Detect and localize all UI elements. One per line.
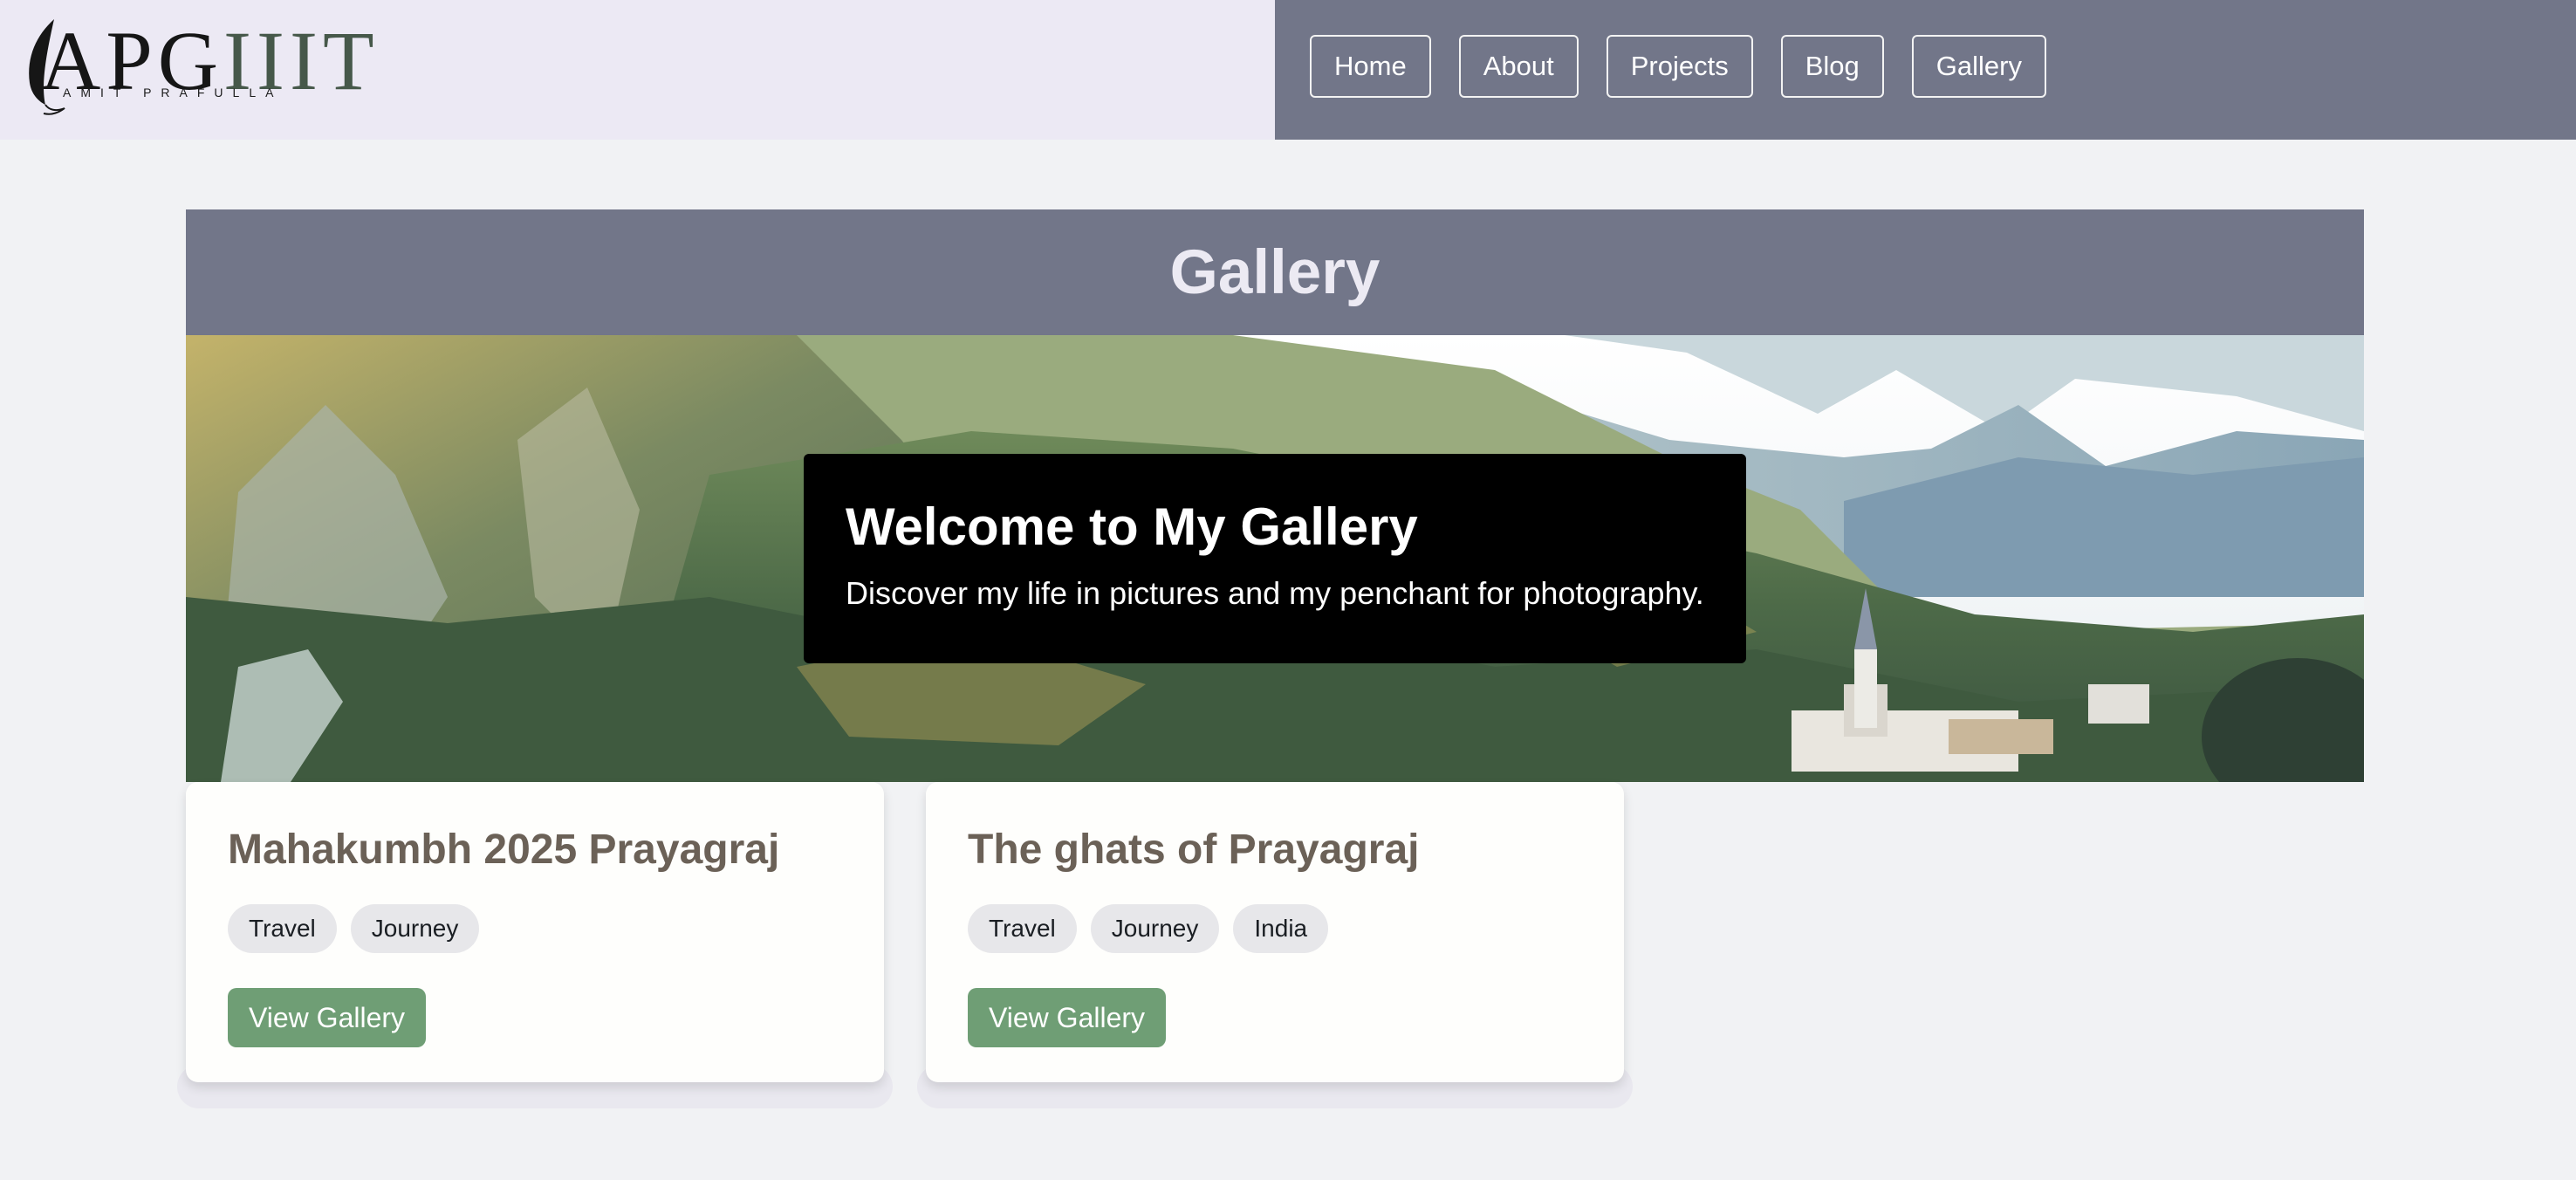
card-title[interactable]: The ghats of Prayagraj — [968, 824, 1582, 876]
gallery-header: Gallery — [186, 209, 2364, 335]
gallery-card: Mahakumbh 2025 Prayagraj Travel Journey … — [186, 782, 884, 1082]
tag-chip[interactable]: Journey — [350, 904, 480, 953]
tag-list: Travel Journey — [228, 904, 842, 953]
view-gallery-button[interactable]: View Gallery — [228, 988, 427, 1047]
welcome-card: Welcome to My Gallery Discover my life i… — [804, 454, 1746, 663]
logo-area: APGIIIT AMIT PRAFULLA — [0, 0, 1275, 140]
view-gallery-button[interactable]: View Gallery — [968, 988, 1167, 1047]
tag-chip[interactable]: Travel — [968, 904, 1077, 953]
top-bar: APGIIIT AMIT PRAFULLA Home About Project… — [0, 0, 2576, 140]
nav-item-blog[interactable]: Blog — [1780, 35, 1884, 98]
tag-chip[interactable]: India — [1233, 904, 1329, 953]
nav-item-about[interactable]: About — [1458, 35, 1579, 98]
page-title: Gallery — [1169, 237, 1380, 307]
hero-banner: Welcome to My Gallery Discover my life i… — [186, 335, 2364, 782]
nav-item-projects[interactable]: Projects — [1606, 35, 1753, 98]
tag-chip[interactable]: Journey — [1090, 904, 1220, 953]
hero-subheading: Discover my life in pictures and my penc… — [846, 575, 1704, 611]
site-logo[interactable]: APGIIIT AMIT PRAFULLA — [19, 17, 386, 118]
tag-list: Travel Journey India — [968, 904, 1582, 953]
hero-heading: Welcome to My Gallery — [846, 497, 1418, 556]
tag-chip[interactable]: Travel — [228, 904, 337, 953]
card-title[interactable]: Mahakumbh 2025 Prayagraj — [228, 824, 842, 876]
nav-list: Home About Projects Blog Gallery — [1310, 35, 2046, 98]
logo-subtitle: AMIT PRAFULLA — [63, 86, 284, 99]
nav-item-gallery[interactable]: Gallery — [1911, 35, 2046, 98]
gallery-card: The ghats of Prayagraj Travel Journey In… — [926, 782, 1624, 1082]
nav-item-home[interactable]: Home — [1310, 35, 1431, 98]
main-navigation: Home About Projects Blog Gallery — [1275, 0, 2576, 140]
